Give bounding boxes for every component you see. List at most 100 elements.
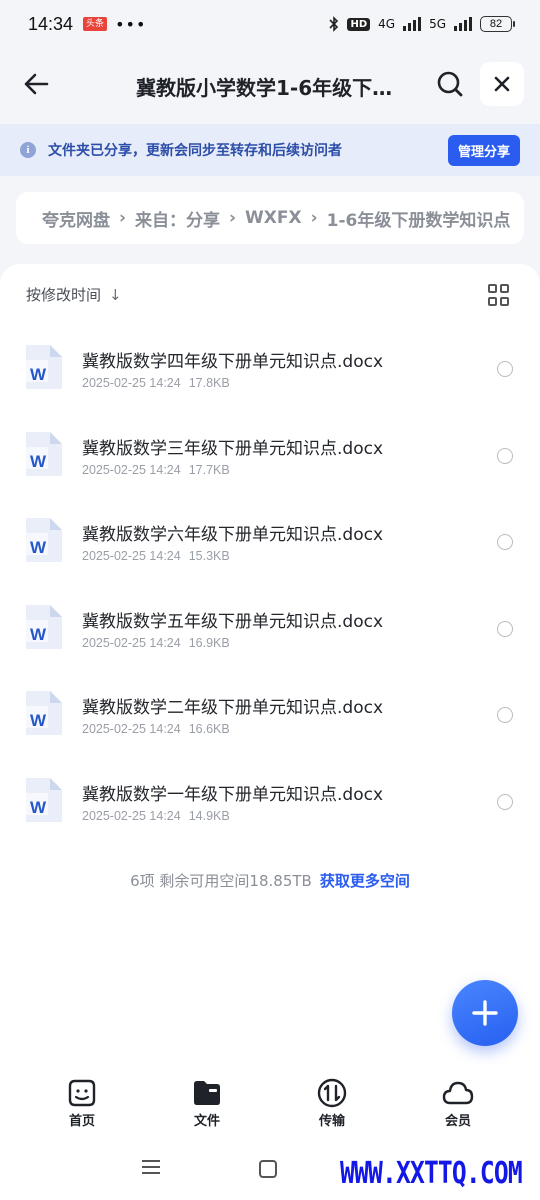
nav-item-files[interactable]: 文件 <box>167 1078 247 1129</box>
grid-icon <box>488 284 497 293</box>
grid-view-button[interactable] <box>488 284 510 306</box>
file-size: 17.8KB <box>188 376 230 390</box>
chevron-right-icon: › <box>119 208 127 228</box>
breadcrumb-item-wxfx[interactable]: WXFX <box>245 208 302 228</box>
transfer-icon <box>317 1078 347 1108</box>
add-button[interactable] <box>452 980 518 1046</box>
list-item[interactable]: W 冀教版数学四年级下册单元知识点.docx 2025-02-25 14:24 1… <box>0 322 540 409</box>
nav-label: 会员 <box>444 1114 471 1129</box>
file-meta: 2025-02-25 14:24 17.8KB <box>82 376 230 390</box>
get-more-space-link[interactable]: 获取更多空间 <box>320 872 410 890</box>
file-name: 冀教版数学六年级下册单元知识点.docx <box>82 525 384 546</box>
breadcrumb: 夸克网盘 › 来自：分享 › WXFX › 1-6年级下册数学知识点 <box>16 192 524 244</box>
page-title: 冀教版小学数学1-6年级下册数学知识点 <box>136 76 406 100</box>
info-icon: i <box>20 142 36 158</box>
word-doc-icon: W <box>26 518 62 563</box>
notification-badge: 头条 <box>83 17 108 31</box>
file-size: 16.9KB <box>188 635 230 650</box>
share-notice-banner: i 文件夹已分享，更新会同步至转存和后续访问者 管理分享 <box>0 124 540 176</box>
search-button[interactable] <box>432 66 468 102</box>
file-size: 16.6KB <box>188 722 230 737</box>
file-date: 2025-02-25 14:24 <box>82 808 181 823</box>
file-name: 冀教版数学三年级下册单元知识点.docx <box>82 438 384 459</box>
nav-item-vip[interactable]: 会员 <box>418 1078 498 1129</box>
nav-label: 文件 <box>193 1114 220 1129</box>
hd-icon: HD <box>347 17 371 31</box>
close-button[interactable] <box>480 62 524 106</box>
breadcrumb-item-current[interactable]: 1-6年级下册数学知识点 <box>327 206 511 231</box>
file-meta: 2025-02-25 14:24 14.9KB <box>82 809 230 823</box>
manage-share-button[interactable]: 管理分享 <box>447 134 520 166</box>
select-radio[interactable] <box>497 620 513 637</box>
close-icon <box>494 76 510 92</box>
file-name: 冀教版数学四年级下册单元知识点.docx <box>82 352 384 372</box>
file-list-panel: 按修改时间 ↓ W 冀教版数学四年级下册单元知识点.docx 2025-02-2… <box>0 264 540 1064</box>
list-item[interactable]: W 冀教版数学三年级下册单元知识点.docx 2025-02-25 14:24 1… <box>0 409 540 496</box>
menu-icon <box>142 1160 160 1162</box>
file-date: 2025-02-25 14:24 <box>82 462 181 477</box>
system-nav-bar: WWW.XXTTQ.COM <box>0 1134 540 1200</box>
network-5g-label: 5G <box>429 17 446 31</box>
cloud-icon <box>442 1081 474 1105</box>
home-button[interactable] <box>259 1160 277 1178</box>
file-meta: 2025-02-25 14:24 17.7KB <box>82 463 230 477</box>
sort-label: 按修改时间 <box>26 286 102 304</box>
menu-icon-line <box>142 1172 160 1174</box>
file-date: 2025-02-25 14:24 <box>82 376 181 390</box>
svg-text:W: W <box>30 365 47 384</box>
nav-item-transfer[interactable]: 传输 <box>292 1078 372 1129</box>
header: 冀教版小学数学1-6年级下册数学知识点 <box>0 52 540 118</box>
select-radio[interactable] <box>497 707 513 724</box>
status-bar: 14:34 头条 ••• HD 4G 5G 82 <box>0 0 540 48</box>
grid-icon-cell <box>500 296 509 306</box>
breadcrumb-item-shared[interactable]: 来自：分享 <box>135 206 220 231</box>
word-doc-icon: W <box>26 777 62 822</box>
chevron-right-icon: › <box>229 208 237 228</box>
list-item[interactable]: W 冀教版数学一年级下册单元知识点.docx 2025-02-25 14:24 1… <box>0 755 540 842</box>
select-radio[interactable] <box>497 793 513 810</box>
recent-apps-button[interactable] <box>142 1160 160 1178</box>
file-date: 2025-02-25 14:24 <box>82 635 181 650</box>
home-smile-icon <box>68 1079 96 1107</box>
back-button[interactable] <box>18 66 54 102</box>
svg-text:W: W <box>30 798 47 817</box>
file-list: W 冀教版数学四年级下册单元知识点.docx 2025-02-25 14:24 1… <box>0 322 540 842</box>
plus-icon <box>472 1000 498 1026</box>
search-icon <box>437 71 463 97</box>
file-name: 冀教版数学二年级下册单元知识点.docx <box>82 698 384 719</box>
sort-toggle[interactable]: 按修改时间 ↓ <box>26 284 122 305</box>
file-meta: 2025-02-25 14:24 16.9KB <box>82 636 230 650</box>
grid-icon-cell <box>500 284 509 293</box>
bottom-nav: 首页 文件 传输 会员 <box>0 1064 540 1134</box>
file-date: 2025-02-25 14:24 <box>82 549 181 564</box>
list-item[interactable]: W 冀教版数学五年级下册单元知识点.docx 2025-02-25 14:24 1… <box>0 582 540 669</box>
nav-item-home[interactable]: 首页 <box>42 1078 122 1129</box>
grid-icon-cell <box>488 296 497 306</box>
file-meta: 2025-02-25 14:24 16.6KB <box>82 722 230 736</box>
status-indicators: HD 4G 5G 82 <box>329 16 515 32</box>
arrow-left-icon <box>24 73 49 95</box>
select-radio[interactable] <box>497 361 513 377</box>
notice-text: 文件夹已分享，更新会同步至转存和后续访问者 <box>48 143 342 159</box>
file-meta: 2025-02-25 14:24 15.3KB <box>82 549 230 563</box>
svg-text:W: W <box>30 711 47 730</box>
nav-label: 传输 <box>318 1114 345 1129</box>
list-item[interactable]: W 冀教版数学六年级下册单元知识点.docx 2025-02-25 14:24 1… <box>0 495 540 582</box>
sort-arrow-down-icon: ↓ <box>109 285 122 304</box>
select-radio[interactable] <box>497 534 513 551</box>
chevron-right-icon: › <box>310 208 318 228</box>
word-doc-icon: W <box>26 431 62 476</box>
word-doc-icon: W <box>26 604 62 649</box>
file-size: 14.9KB <box>188 808 230 823</box>
nav-label: 首页 <box>68 1114 95 1129</box>
select-radio[interactable] <box>497 447 513 464</box>
bluetooth-icon <box>329 16 339 32</box>
file-size: 15.3KB <box>188 549 230 564</box>
menu-icon-line <box>142 1166 160 1168</box>
list-item[interactable]: W 冀教版数学二年级下册单元知识点.docx 2025-02-25 14:24 1… <box>0 668 540 755</box>
file-size: 17.7KB <box>188 462 230 477</box>
breadcrumb-item-root[interactable]: 夸克网盘 <box>42 206 110 231</box>
svg-text:W: W <box>30 625 47 644</box>
watermark: WWW.XXTTQ.COM <box>340 1156 523 1191</box>
file-date: 2025-02-25 14:24 <box>82 722 181 737</box>
